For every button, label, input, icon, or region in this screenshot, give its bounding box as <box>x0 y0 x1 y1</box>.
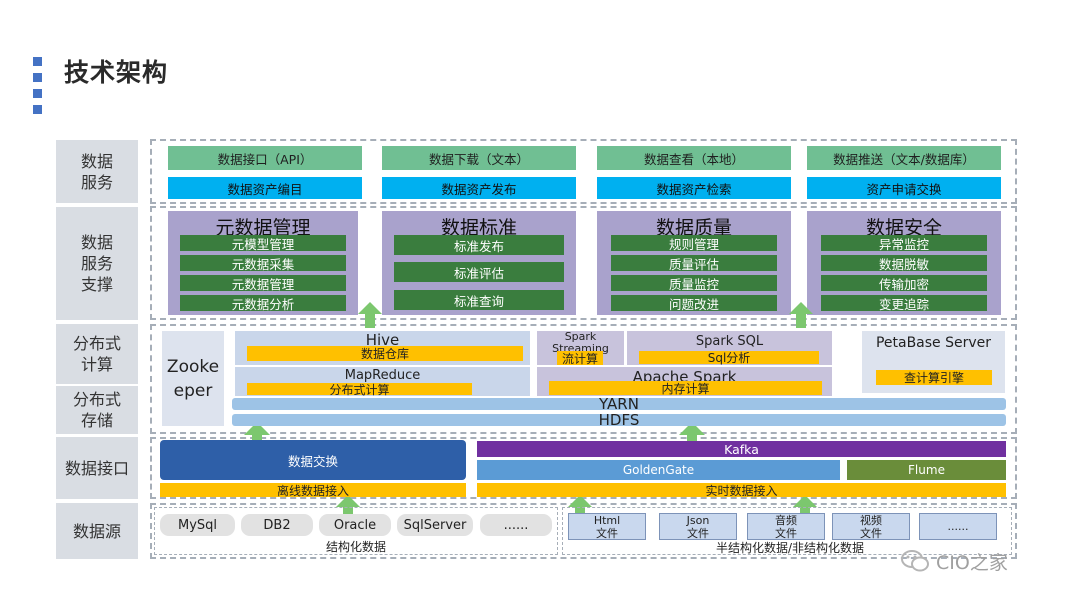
layer-data-service: 数据 服务 <box>56 140 138 203</box>
source-video-file: 视频 文件 <box>832 513 910 540</box>
spark-sql-label: Spark SQL <box>695 333 764 349</box>
petabase-sub: 查计算引擎 <box>876 370 992 385</box>
source-more: ...... <box>480 514 552 536</box>
watermark: CIO之家 <box>900 546 1060 576</box>
offline-access-bar: 离线数据接入 <box>160 483 466 498</box>
hdfs-bar: HDFS <box>232 411 1006 429</box>
title-bullet-2 <box>33 73 42 82</box>
semi-structured-label: 半结构化数据/非结构化数据 <box>715 540 865 555</box>
metadata-management-panel: 元数据管理 元模型管理 元数据采集 元数据管理 元数据分析 <box>168 211 358 315</box>
data-exchange-box: 数据交换 <box>160 440 466 480</box>
data-security-panel: 数据安全 异常监控 数据脱敏 传输加密 变更追踪 <box>807 211 1001 315</box>
standard-item: 标准查询 <box>394 290 564 310</box>
flume-bar: Flume <box>847 460 1006 480</box>
structured-data-label: 结构化数据 <box>325 539 386 554</box>
yarn-bar: YARN <box>232 395 1006 413</box>
service-api: 数据接口（API） <box>168 146 362 170</box>
service-search: 数据资产检索 <box>597 177 791 199</box>
source-audio-file: 音频 文件 <box>747 513 825 540</box>
page-title: 技术架构 <box>64 58 169 87</box>
goldengate-bar: GoldenGate <box>477 460 840 480</box>
quality-item: 规则管理 <box>611 235 777 252</box>
security-item: 变更追踪 <box>821 295 987 312</box>
data-standard-panel: 数据标准 标准发布 标准评估 标准查询 <box>382 211 576 315</box>
kafka-bar: Kafka <box>477 441 1006 457</box>
service-catalog: 数据资产编目 <box>168 177 362 199</box>
hive-box: Hive 数据仓库 <box>235 331 530 365</box>
layer-data-support: 数据 服务 支撑 <box>56 207 138 320</box>
source-json-file: Json 文件 <box>659 513 737 540</box>
source-mysql: MySql <box>160 514 235 536</box>
service-exchange: 资产申请交换 <box>807 177 1001 199</box>
zookeeper-box: Zooke eper <box>162 331 224 426</box>
security-item: 传输加密 <box>821 275 987 292</box>
standard-item: 标准评估 <box>394 262 564 282</box>
metadata-item: 元数据采集 <box>180 255 346 272</box>
spark-streaming-box: Spark Streaming 流计算 <box>537 331 624 366</box>
spark-sql-sub: Sql分析 <box>639 351 819 365</box>
petabase-box: PetaBase Server 查计算引擎 <box>862 331 1005 393</box>
up-arrow-icon <box>358 302 382 328</box>
service-view: 数据查看（本地） <box>597 146 791 170</box>
quality-item: 质量评估 <box>611 255 777 272</box>
source-more-files: ...... <box>919 513 997 540</box>
title-bullet-1 <box>33 57 42 66</box>
security-item: 数据脱敏 <box>821 255 987 272</box>
source-html-file: Html 文件 <box>568 513 646 540</box>
layer-data-source: 数据源 <box>56 503 138 559</box>
metadata-item: 元模型管理 <box>180 235 346 252</box>
apache-spark-box: Apache Spark 内存计算 <box>537 367 832 396</box>
up-arrow-icon <box>789 302 813 328</box>
metadata-item: 元数据管理 <box>180 275 346 292</box>
service-download: 数据下载（文本） <box>382 146 576 170</box>
data-quality-panel: 数据质量 规则管理 质量评估 质量监控 问题改进 <box>597 211 791 315</box>
apache-spark-sub: 内存计算 <box>549 381 822 396</box>
source-oracle: Oracle <box>319 514 391 536</box>
mapreduce-sub: 分布式计算 <box>247 383 472 397</box>
quality-item: 问题改进 <box>611 295 777 312</box>
petabase-label: PetaBase Server <box>875 335 992 351</box>
source-sqlserver: SqlServer <box>397 514 473 536</box>
service-push: 数据推送（文本/数据库） <box>807 146 1001 170</box>
layer-data-interface: 数据接口 <box>56 437 138 499</box>
source-db2: DB2 <box>241 514 313 536</box>
realtime-access-bar: 实时数据接入 <box>477 483 1006 498</box>
metadata-item: 元数据分析 <box>180 295 346 312</box>
security-item: 异常监控 <box>821 235 987 252</box>
wechat-icon <box>901 550 929 572</box>
hive-sub: 数据仓库 <box>247 346 523 361</box>
layer-distributed-storage: 分布式 存储 <box>56 386 138 434</box>
title-bullet-4 <box>33 105 42 114</box>
service-publish: 数据资产发布 <box>382 177 576 199</box>
title-bullet-3 <box>33 89 42 98</box>
spark-streaming-sub: 流计算 <box>557 351 603 366</box>
layer-distributed-compute: 分布式 计算 <box>56 324 138 384</box>
spark-sql-box: Spark SQL Sql分析 <box>627 331 832 365</box>
mapreduce-box: MapReduce 分布式计算 <box>235 367 530 397</box>
standard-item: 标准发布 <box>394 235 564 255</box>
watermark-text: CIO之家 <box>936 551 1008 574</box>
quality-item: 质量监控 <box>611 275 777 292</box>
